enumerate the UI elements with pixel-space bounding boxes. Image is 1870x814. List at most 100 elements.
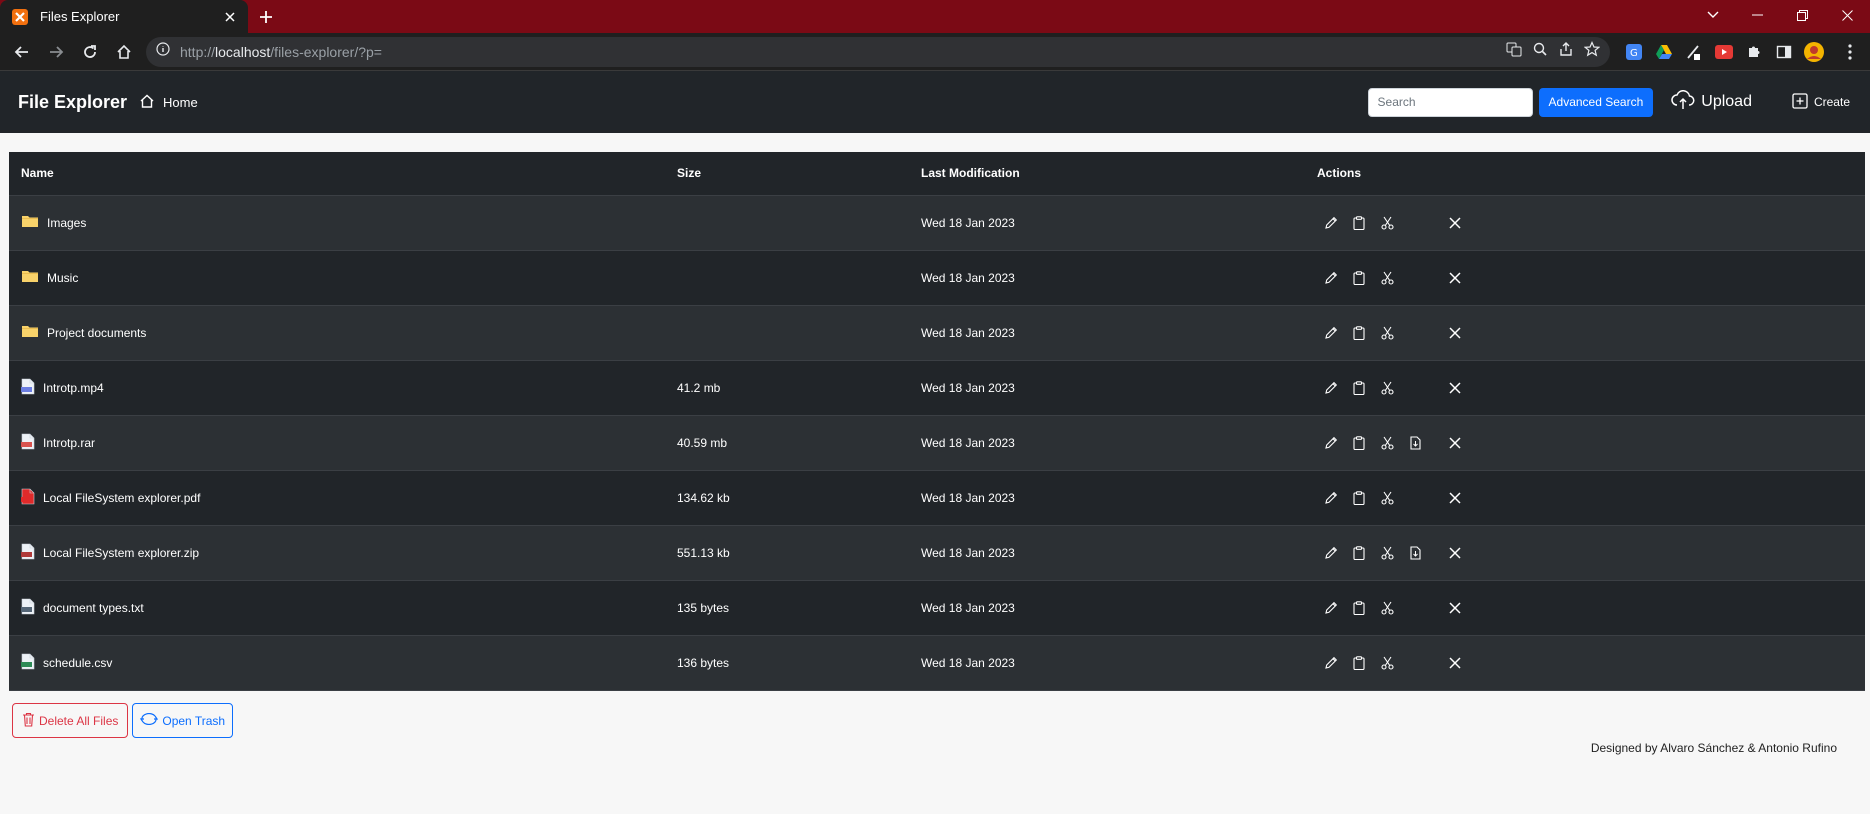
name-cell: Local FileSystem explorer.zip [9,525,665,580]
cut-scissors-icon[interactable] [1373,323,1401,343]
share-icon[interactable] [1558,41,1574,62]
delete-close-icon[interactable] [1441,213,1469,233]
delete-all-files-button[interactable]: Delete All Files [12,703,129,738]
delete-all-label: Delete All Files [39,713,119,728]
rename-pencil-icon[interactable] [1317,378,1345,398]
table-row[interactable]: Music Wed 18 Jan 2023 [9,250,1865,305]
browser-tab[interactable]: Files Explorer [0,0,248,33]
tab-search-chevron-icon[interactable] [1690,0,1735,30]
forward-arrow-icon[interactable] [40,36,72,68]
rename-pencil-icon[interactable] [1317,213,1345,233]
cut-scissors-icon[interactable] [1373,213,1401,233]
copy-clipboard-icon[interactable] [1345,213,1373,233]
rename-pencil-icon[interactable] [1317,488,1345,508]
bookmark-star-icon[interactable] [1583,41,1601,62]
file-name[interactable]: document types.txt [43,601,144,615]
cut-scissors-icon[interactable] [1373,653,1401,673]
restore-icon[interactable] [1780,0,1825,30]
table-row[interactable]: document types.txt 135 bytes Wed 18 Jan 20… [9,580,1865,635]
file-name[interactable]: Introtp.rar [43,436,95,450]
search-input[interactable] [1367,87,1533,117]
copy-clipboard-icon[interactable] [1345,598,1373,618]
modified-cell: Wed 18 Jan 2023 [921,435,1015,450]
extract-icon[interactable] [1401,543,1429,563]
size-cell: 551.13 kb [677,545,730,560]
zoom-icon[interactable] [1532,41,1548,62]
advanced-search-button[interactable]: Advanced Search [1538,87,1654,117]
minimize-icon[interactable] [1735,0,1780,30]
actions-cell [1305,250,1865,305]
tab-close-icon[interactable] [222,9,238,25]
upload-button[interactable]: Upload [1671,89,1752,115]
copy-clipboard-icon[interactable] [1345,323,1373,343]
rename-pencil-icon[interactable] [1317,653,1345,673]
file-name[interactable]: Music [47,271,78,285]
cut-scissors-icon[interactable] [1373,433,1401,453]
file-name[interactable]: Local FileSystem explorer.zip [43,546,199,560]
action-spacer [1401,213,1429,233]
file-name[interactable]: Local FileSystem explorer.pdf [43,491,200,505]
video-file-icon [21,378,35,398]
cut-scissors-icon[interactable] [1373,268,1401,288]
back-arrow-icon[interactable] [6,36,38,68]
delete-close-icon[interactable] [1441,543,1469,563]
table-row[interactable]: Local FileSystem explorer.zip 551.13 kb We… [9,525,1865,580]
translate-icon[interactable] [1506,41,1522,62]
copy-clipboard-icon[interactable] [1345,488,1373,508]
rename-pencil-icon[interactable] [1317,433,1345,453]
home-link[interactable]: Home [139,93,198,112]
copy-clipboard-icon[interactable] [1345,653,1373,673]
extensions-puzzle-icon[interactable] [1740,38,1768,66]
delete-close-icon[interactable] [1441,653,1469,673]
youtube-extension-icon[interactable] [1710,38,1738,66]
table-row[interactable]: Local FileSystem explorer.pdf 134.62 kb We… [9,470,1865,525]
translate-extension-icon[interactable]: G [1620,38,1648,66]
copy-clipboard-icon[interactable] [1345,268,1373,288]
table-row[interactable]: schedule.csv 136 bytes Wed 18 Jan 2023 [9,635,1865,690]
bottom-actions: Delete All Files Open Trash [12,703,234,738]
file-name[interactable]: Project documents [47,326,146,340]
extract-icon[interactable] [1401,433,1429,453]
name-cell: Images [9,195,665,250]
reload-icon[interactable] [74,36,106,68]
delete-close-icon[interactable] [1441,488,1469,508]
table-row[interactable]: Images Wed 18 Jan 2023 [9,195,1865,250]
brand-title[interactable]: File Explorer [18,92,127,113]
table-row[interactable]: Introtp.mp4 41.2 mb Wed 18 Jan 2023 [9,360,1865,415]
create-button[interactable]: Create [1792,92,1850,112]
cut-scissors-icon[interactable] [1373,378,1401,398]
copy-clipboard-icon[interactable] [1345,433,1373,453]
file-name[interactable]: Introtp.mp4 [43,381,104,395]
cut-scissors-icon[interactable] [1373,543,1401,563]
file-name[interactable]: Images [47,216,86,230]
open-trash-button[interactable]: Open Trash [132,703,234,738]
rename-pencil-icon[interactable] [1317,268,1345,288]
file-name[interactable]: schedule.csv [43,656,112,670]
site-info-icon[interactable] [156,42,170,61]
new-tab-icon[interactable] [248,0,284,33]
address-bar[interactable]: http://localhost/files-explorer/?p= [146,36,1610,67]
rename-pencil-icon[interactable] [1317,543,1345,563]
cut-scissors-icon[interactable] [1373,488,1401,508]
cut-scissors-icon[interactable] [1373,598,1401,618]
rename-pencil-icon[interactable] [1317,598,1345,618]
browser-menu-icon[interactable] [1836,38,1864,66]
delete-close-icon[interactable] [1441,268,1469,288]
profile-avatar[interactable] [1800,38,1828,66]
pen-extension-icon[interactable] [1680,38,1708,66]
copy-clipboard-icon[interactable] [1345,378,1373,398]
home-icon[interactable] [108,36,140,68]
delete-close-icon[interactable] [1441,598,1469,618]
table-row[interactable]: Project documents Wed 18 Jan 2023 [9,305,1865,360]
google-drive-icon[interactable] [1650,38,1678,66]
close-window-icon[interactable] [1825,0,1870,30]
copy-clipboard-icon[interactable] [1345,543,1373,563]
delete-close-icon[interactable] [1441,323,1469,343]
actions-cell [1305,195,1865,250]
rename-pencil-icon[interactable] [1317,323,1345,343]
side-panel-icon[interactable] [1770,38,1798,66]
delete-close-icon[interactable] [1441,378,1469,398]
table-row[interactable]: Introtp.rar 40.59 mb Wed 18 Jan 2023 [9,415,1865,470]
url-prefix: http:// [180,43,216,60]
delete-close-icon[interactable] [1441,433,1469,453]
